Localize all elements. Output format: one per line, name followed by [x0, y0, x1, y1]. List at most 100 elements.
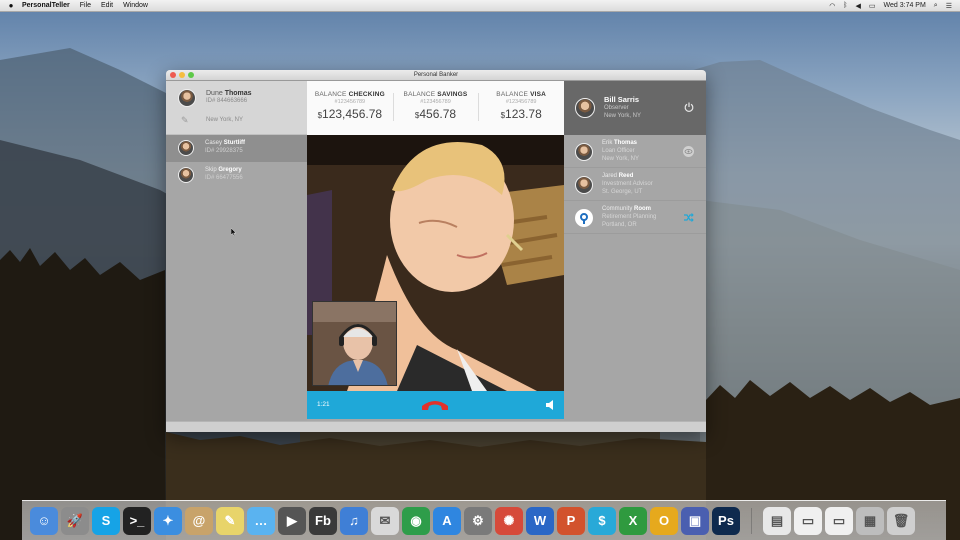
menu-edit[interactable]: Edit — [101, 2, 113, 9]
account-number: #123456789 — [420, 99, 451, 105]
dock-separator — [751, 507, 752, 534]
launchpad-icon[interactable]: 🚀 — [61, 506, 89, 535]
apple-icon[interactable]: ● — [0, 1, 22, 10]
balance-amount: $123,456.78 — [317, 107, 383, 121]
hang-up-button[interactable] — [420, 398, 450, 412]
powerpoint-icon[interactable]: P — [557, 506, 585, 535]
customer-name: Dune Thomas — [206, 90, 252, 97]
contact-role: Retirement Planning — [602, 214, 657, 220]
personal-teller-icon[interactable]: $ — [588, 506, 616, 535]
edit-icon[interactable]: ✎ — [181, 115, 189, 126]
status-tray: ◠ ᛒ ◀ ▭ Wed 3:74 PM ⌕ ☰ — [829, 2, 960, 10]
balance-summary: BALANCE CHECKING #123456789 $123,456.78 … — [307, 81, 564, 135]
skype-icon[interactable]: S — [92, 506, 120, 535]
queue-item[interactable]: Skip Gregory ID# 66477556 — [166, 162, 307, 189]
battery-icon[interactable]: ▭ — [869, 2, 876, 10]
notification-center-icon[interactable]: ☰ — [946, 2, 952, 10]
balance-amount: $456.78 — [414, 107, 457, 121]
wifi-icon[interactable]: ◠ — [829, 2, 835, 10]
minimize-window-button[interactable] — [179, 72, 185, 78]
stickies-icon[interactable]: ✎ — [216, 506, 244, 535]
contact-location: Portland, OR — [602, 222, 637, 228]
bluetooth-icon[interactable]: ᛒ — [843, 2, 847, 9]
window-titlebar[interactable]: Personal Banker — [166, 70, 706, 81]
photoshop-icon[interactable]: Ps — [712, 506, 740, 535]
balance-amount: $123.78 — [500, 107, 542, 121]
balance-visa[interactable]: BALANCE VISA #123456789 $123.78 — [478, 81, 564, 135]
menu-bar: ● PersonalTeller File Edit Window ◠ ᛒ ◀ … — [0, 0, 960, 12]
call-controls: 1:21 — [307, 391, 564, 419]
flash-builder-icon[interactable]: Fb — [309, 506, 337, 535]
zoom-window-button[interactable] — [188, 72, 194, 78]
safari-icon[interactable]: ✦ — [154, 506, 182, 535]
window-footer — [166, 421, 706, 432]
self-video-frame — [313, 302, 396, 385]
customer-id: ID# 844663666 — [206, 98, 248, 104]
messages-icon[interactable]: … — [247, 506, 275, 535]
contact-name: Community Room — [602, 206, 652, 212]
agent-location: New York, NY — [604, 113, 642, 119]
self-video-preview[interactable] — [312, 301, 397, 386]
preview-icon[interactable]: ✉ — [371, 506, 399, 535]
contacts-icon[interactable]: @ — [185, 506, 213, 535]
agent-card[interactable]: Bill Sarris Observer New York, NY — [564, 81, 706, 135]
account-number: #123456789 — [505, 99, 537, 105]
queue-name: Casey Sturtliff — [205, 140, 246, 146]
balance-savings[interactable]: BALANCE SAVINGS #123456789 $456.78 — [392, 81, 479, 135]
system-preferences-icon[interactable]: ⚙ — [464, 506, 492, 535]
shuffle-icon[interactable] — [683, 212, 694, 223]
close-window-button[interactable] — [170, 72, 176, 78]
word-icon[interactable]: W — [526, 506, 554, 535]
finder-icon[interactable]: ☺ — [30, 506, 58, 535]
itunes-icon[interactable]: ♫ — [340, 506, 368, 535]
virtual-machine-icon[interactable]: ▣ — [681, 506, 709, 535]
document-stack-icon[interactable]: ▤ — [763, 506, 791, 535]
contact-avatar — [575, 143, 593, 161]
mouse-cursor-icon — [231, 228, 236, 236]
contact-role: Loan Officer — [602, 148, 635, 154]
pictures-stack-icon[interactable]: ▦ — [856, 506, 884, 535]
trash-icon[interactable]: 🗑 — [887, 506, 915, 535]
menu-window[interactable]: Window — [123, 2, 148, 9]
spotlight-icon[interactable]: ⌕ — [934, 2, 938, 10]
excel-icon[interactable]: X — [619, 506, 647, 535]
queue-item[interactable]: Casey Sturtliff ID# 29928375 — [166, 135, 307, 162]
queue-name: Skip Gregory — [205, 167, 242, 173]
window-controls — [170, 72, 194, 78]
power-icon[interactable] — [684, 102, 694, 112]
queue-id: ID# 29928375 — [205, 148, 243, 154]
folder-stack-icon[interactable]: ▭ — [825, 506, 853, 535]
menu-app-name[interactable]: PersonalTeller — [22, 2, 70, 9]
contact-role: Investment Advisor — [602, 181, 653, 187]
queue-id: ID# 66477556 — [205, 175, 243, 181]
agent-avatar — [575, 98, 595, 118]
account-number: #123456789 — [334, 99, 366, 105]
agent-role: Observer — [604, 105, 629, 111]
contact-item[interactable]: Community Room Retirement Planning Portl… — [564, 201, 706, 234]
balance-checking[interactable]: BALANCE CHECKING #123456789 $123,456.78 — [307, 81, 393, 135]
room-icon — [575, 209, 593, 227]
call-timer: 1:21 — [317, 401, 330, 408]
queue-avatar — [178, 140, 194, 156]
app-store-icon[interactable]: A — [433, 506, 461, 535]
customer-location: New York, NY — [206, 117, 244, 123]
contact-name: Jared Reed — [602, 173, 634, 179]
downloads-stack-icon[interactable]: ▭ — [794, 506, 822, 535]
contact-name: Erik Thomas — [602, 140, 638, 146]
terminal-icon[interactable]: >_ — [123, 506, 151, 535]
app-window: Personal Banker Dune Thomas ID# 84466366… — [166, 70, 706, 432]
outlook-icon[interactable]: O — [650, 506, 678, 535]
speaker-icon[interactable] — [544, 399, 556, 411]
chrome-icon[interactable]: ◉ — [402, 506, 430, 535]
contact-item[interactable]: Jared Reed Investment Advisor St. George… — [564, 168, 706, 201]
photo-booth-icon[interactable]: ✺ — [495, 506, 523, 535]
dock: ☺ 🚀 S >_ ✦ @ ✎… ▶ Fb ♫ ✉ ◉ A ⚙ ✺ W P $ X O ▣ Ps ▤ ▭ ▭ ▦ 🗑 — [22, 500, 946, 540]
eye-icon[interactable] — [683, 146, 694, 157]
contact-item[interactable]: Erik Thomas Loan Officer New York, NY — [564, 135, 706, 168]
remote-video[interactable] — [307, 135, 564, 391]
menu-file[interactable]: File — [80, 2, 91, 9]
clock[interactable]: Wed 3:74 PM — [884, 2, 926, 9]
current-customer-card[interactable]: Dune Thomas ID# 844663666 ✎ New York, NY — [166, 81, 307, 135]
facetime-icon[interactable]: ▶ — [278, 506, 306, 535]
volume-icon[interactable]: ◀ — [856, 2, 861, 10]
